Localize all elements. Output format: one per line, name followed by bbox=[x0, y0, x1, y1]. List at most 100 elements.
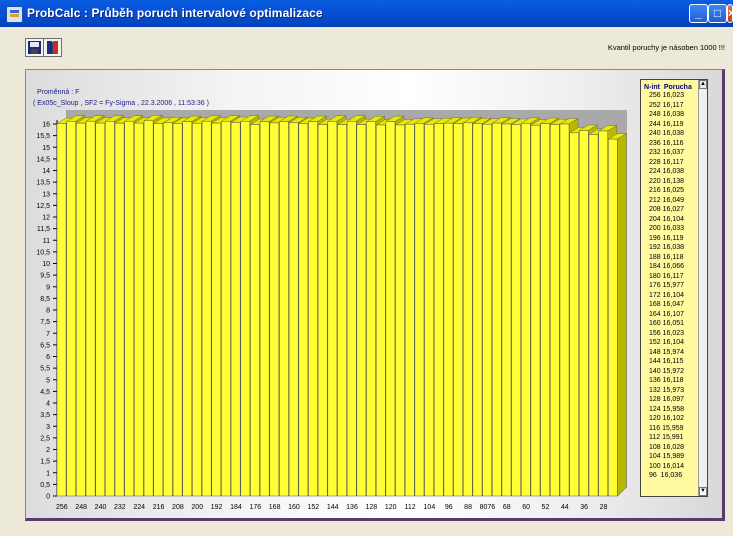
y-tick-label: 8 bbox=[46, 308, 50, 315]
y-tick-label: 5,5 bbox=[40, 366, 50, 373]
bar bbox=[511, 124, 521, 497]
bar bbox=[56, 123, 67, 497]
y-tick-label: 8,5 bbox=[40, 296, 50, 303]
x-tick-label: 176 bbox=[249, 504, 261, 511]
x-tick-label: 200 bbox=[191, 504, 203, 511]
bar bbox=[424, 124, 434, 497]
bar bbox=[501, 123, 512, 497]
x-tick-label: 60 bbox=[522, 504, 530, 511]
bar bbox=[288, 122, 299, 497]
bar bbox=[105, 121, 115, 497]
bar bbox=[346, 121, 357, 497]
x-tick-label: 232 bbox=[114, 504, 126, 511]
status-bar bbox=[0, 528, 733, 536]
y-tick-label: 3 bbox=[46, 424, 50, 431]
bar bbox=[163, 122, 173, 497]
y-tick-label: 4 bbox=[46, 401, 50, 408]
bar bbox=[433, 123, 444, 497]
x-tick-label: 8076 bbox=[480, 504, 496, 511]
bar bbox=[221, 121, 231, 497]
y-tick-label: 12,5 bbox=[36, 203, 50, 210]
x-tick-label: 256 bbox=[56, 504, 68, 511]
y-tick-label: 3,5 bbox=[40, 412, 50, 419]
bar bbox=[492, 122, 502, 497]
bar bbox=[172, 123, 183, 497]
y-tick-label: 9 bbox=[46, 284, 50, 291]
bar bbox=[250, 124, 260, 497]
x-tick-label: 44 bbox=[561, 504, 569, 511]
bar bbox=[559, 123, 570, 497]
listbox-scrollbar[interactable]: ▲ ▼ bbox=[698, 80, 707, 496]
x-tick-label: 144 bbox=[327, 504, 339, 511]
y-tick-label: 2,5 bbox=[40, 435, 50, 442]
x-tick-label: 216 bbox=[153, 504, 165, 511]
bar bbox=[308, 121, 318, 497]
bar bbox=[530, 124, 541, 497]
scroll-up-icon[interactable]: ▲ bbox=[699, 80, 707, 89]
bar bbox=[337, 124, 347, 497]
x-tick-label: 168 bbox=[269, 504, 281, 511]
x-tick-label: 28 bbox=[600, 504, 608, 511]
bar bbox=[521, 123, 531, 497]
bar bbox=[85, 120, 96, 497]
bar bbox=[482, 123, 492, 497]
x-tick-label: 120 bbox=[385, 504, 397, 511]
bar bbox=[327, 121, 338, 497]
bar bbox=[259, 121, 270, 497]
x-tick-label: 112 bbox=[404, 504, 415, 511]
bar bbox=[540, 123, 550, 497]
x-tick-label: 88 bbox=[464, 504, 472, 511]
y-tick-label: 4,5 bbox=[40, 389, 50, 396]
x-tick-label: 160 bbox=[288, 504, 300, 511]
bar bbox=[395, 124, 405, 497]
y-tick-label: 5 bbox=[46, 377, 50, 384]
bar bbox=[550, 124, 560, 497]
x-tick-label: 36 bbox=[580, 504, 588, 511]
x-tick-label: 248 bbox=[75, 504, 87, 511]
bar bbox=[240, 121, 251, 497]
bar bbox=[143, 120, 154, 497]
y-tick-label: 1 bbox=[46, 470, 50, 477]
y-tick-label: 0 bbox=[46, 494, 50, 501]
x-tick-label: 240 bbox=[95, 504, 107, 511]
y-tick-label: 13 bbox=[42, 191, 50, 198]
x-tick-label: 184 bbox=[230, 504, 242, 511]
y-tick-label: 13,5 bbox=[36, 180, 50, 187]
bar bbox=[298, 123, 309, 497]
bar bbox=[230, 122, 241, 497]
bar bbox=[317, 124, 328, 497]
x-tick-label: 224 bbox=[133, 504, 145, 511]
bar bbox=[201, 120, 212, 497]
y-tick-label: 14,5 bbox=[36, 156, 50, 163]
x-tick-label: 208 bbox=[172, 504, 184, 511]
bar bbox=[192, 122, 202, 497]
y-tick-label: 6,5 bbox=[40, 342, 50, 349]
bar-side bbox=[617, 133, 627, 497]
bar bbox=[269, 122, 280, 497]
bar bbox=[414, 123, 425, 497]
bar bbox=[375, 124, 386, 497]
y-tick-label: 15,5 bbox=[36, 133, 50, 140]
x-tick-label: 52 bbox=[542, 504, 550, 511]
scroll-down-icon[interactable]: ▼ bbox=[699, 487, 707, 496]
bar bbox=[462, 122, 473, 497]
y-tick-label: 10,5 bbox=[36, 249, 50, 256]
bar bbox=[95, 122, 106, 497]
results-listbox[interactable]: N-int Porucha 256 16,023 252 16,117 248 16… bbox=[640, 79, 708, 497]
bar bbox=[579, 130, 589, 497]
bar bbox=[76, 122, 86, 497]
y-tick-label: 2 bbox=[46, 447, 50, 454]
x-tick-label: 104 bbox=[424, 504, 436, 511]
bar bbox=[182, 121, 193, 497]
bar bbox=[472, 123, 483, 497]
y-tick-label: 1,5 bbox=[40, 459, 50, 466]
bar bbox=[114, 122, 125, 497]
y-tick-label: 16 bbox=[42, 122, 50, 129]
y-tick-label: 10 bbox=[42, 261, 50, 268]
y-tick-label: 0,5 bbox=[40, 482, 50, 489]
bar bbox=[134, 122, 144, 497]
bar bbox=[153, 123, 164, 497]
bar bbox=[366, 121, 376, 497]
y-tick-label: 12 bbox=[42, 215, 50, 222]
bar bbox=[279, 121, 289, 497]
